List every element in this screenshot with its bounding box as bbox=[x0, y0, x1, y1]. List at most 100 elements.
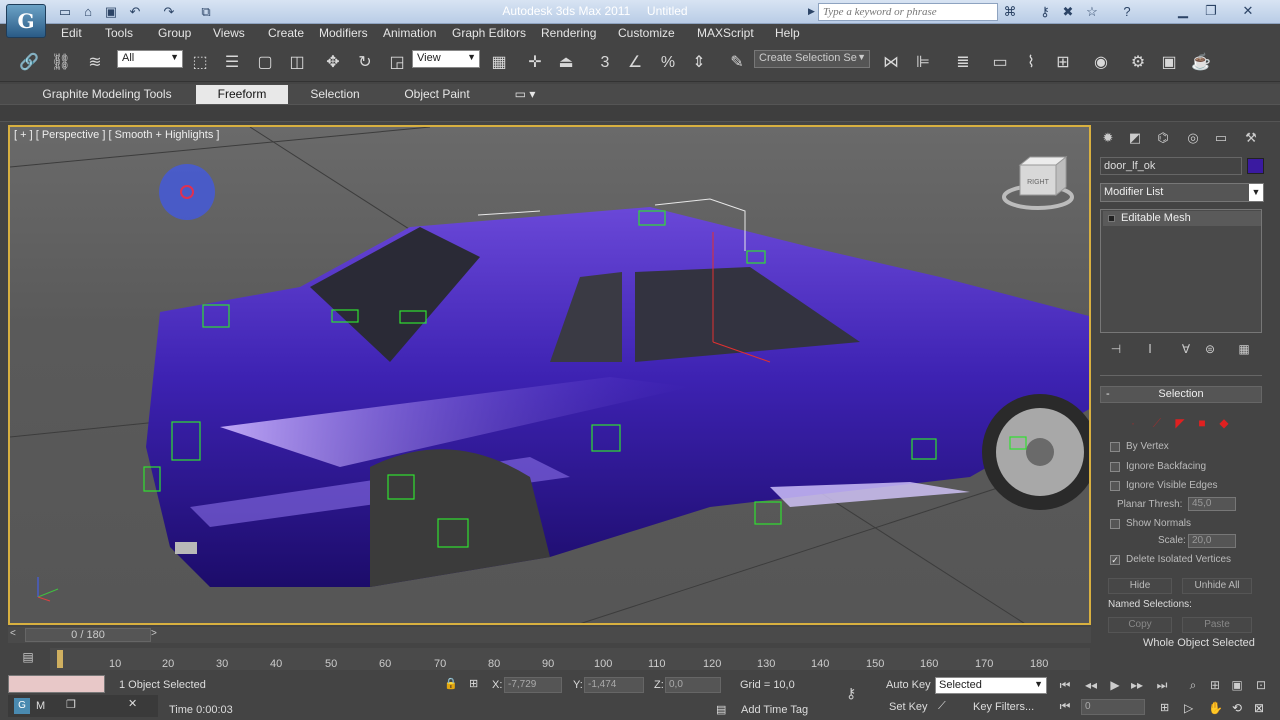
play-icon[interactable]: ▶ bbox=[1104, 676, 1126, 694]
object-color-swatch[interactable] bbox=[1247, 158, 1264, 174]
menu-animation[interactable]: Animation bbox=[383, 26, 436, 40]
rendered-frame-window-icon[interactable]: ▣ bbox=[1156, 50, 1182, 76]
key-icon[interactable]: ⚷ bbox=[1035, 3, 1055, 21]
menu-help[interactable]: Help bbox=[775, 26, 800, 40]
stack-item-editable-mesh[interactable]: Editable Mesh bbox=[1103, 211, 1261, 226]
hide-button[interactable]: Hide bbox=[1108, 578, 1172, 594]
menu-create[interactable]: Create bbox=[268, 26, 304, 40]
scale-spinner[interactable]: 20,0 bbox=[1188, 534, 1236, 548]
motion-panel-icon[interactable]: ◎ bbox=[1182, 130, 1204, 148]
y-coordinate-field[interactable]: -1,474 bbox=[584, 677, 644, 693]
goto-end-icon[interactable]: ⏭ bbox=[1151, 676, 1173, 694]
menu-group[interactable]: Group bbox=[158, 26, 191, 40]
curve-editor-icon[interactable]: ⌇ bbox=[1018, 50, 1044, 76]
set-key-icon[interactable]: ⚷ bbox=[846, 685, 856, 702]
new-file-icon[interactable]: ▭ bbox=[56, 3, 74, 20]
menu-maxscript[interactable]: MAXScript bbox=[697, 26, 754, 40]
select-by-name-icon[interactable]: ☰ bbox=[219, 50, 245, 76]
redo-icon[interactable]: ↷ bbox=[160, 3, 178, 20]
modifier-list-dropdown[interactable]: Modifier List ▼ bbox=[1100, 183, 1264, 202]
x-coordinate-field[interactable]: -7,729 bbox=[504, 677, 562, 693]
select-manipulate-icon[interactable]: ✛ bbox=[522, 50, 548, 76]
default-in-out-tangents-icon[interactable]: ⟋ bbox=[938, 700, 946, 713]
planar-thresh-spinner[interactable]: 45,0 bbox=[1188, 497, 1236, 511]
polygon-mode-icon[interactable]: ■ bbox=[1194, 416, 1210, 430]
paste-button[interactable]: Paste bbox=[1182, 617, 1252, 633]
make-unique-icon[interactable]: ∀ bbox=[1176, 342, 1196, 358]
bind-space-warp-icon[interactable]: ≋ bbox=[82, 50, 108, 76]
material-editor-icon[interactable]: ◉ bbox=[1088, 50, 1114, 76]
edge-mode-icon[interactable]: ⟋ bbox=[1149, 416, 1165, 430]
menu-graph-editors[interactable]: Graph Editors bbox=[452, 26, 526, 40]
zoom-extents-all-icon[interactable]: ⊡ bbox=[1250, 676, 1272, 694]
render-production-icon[interactable]: ☕ bbox=[1188, 50, 1214, 76]
zoom-icon[interactable]: ⌕ bbox=[1182, 676, 1204, 694]
next-frame-icon[interactable]: ▸▸ bbox=[1126, 676, 1148, 694]
viewport-scene[interactable]: RIGHT bbox=[10, 127, 1091, 625]
render-setup-icon[interactable]: ⚙ bbox=[1125, 50, 1151, 76]
mini-curve-editor-icon[interactable]: ▤ bbox=[18, 650, 38, 666]
set-key-button[interactable]: Set Key bbox=[889, 701, 928, 713]
time-slider-track[interactable] bbox=[8, 627, 1091, 643]
align-icon[interactable]: ⊫ bbox=[910, 50, 936, 76]
viewport-label[interactable]: [ + ] [ Perspective ] [ Smooth + Highlig… bbox=[14, 129, 219, 141]
element-mode-icon[interactable]: ◆ bbox=[1216, 416, 1232, 430]
previous-frame-icon[interactable]: ◂◂ bbox=[1080, 676, 1102, 694]
maximize-viewport-icon[interactable]: ⊠ bbox=[1254, 701, 1264, 715]
taskbar-restore-icon[interactable]: ❐ bbox=[66, 698, 76, 711]
tab-selection[interactable]: Selection bbox=[300, 85, 370, 104]
rect-selection-icon[interactable]: ▢ bbox=[252, 50, 278, 76]
schematic-view-icon[interactable]: ⊞ bbox=[1050, 50, 1076, 76]
show-normals-checkbox[interactable] bbox=[1110, 519, 1120, 529]
copy-button[interactable]: Copy bbox=[1108, 617, 1172, 633]
layer-manager-icon[interactable]: ≣ bbox=[950, 50, 976, 76]
select-move-icon[interactable]: ✥ bbox=[320, 50, 346, 76]
time-slider-next-icon[interactable]: > bbox=[151, 628, 157, 639]
taskbar-app-icon[interactable]: G bbox=[14, 698, 30, 714]
tab-object-paint[interactable]: Object Paint bbox=[392, 85, 482, 104]
edit-named-selection-icon[interactable]: ✎ bbox=[724, 50, 750, 76]
pivot-center-icon[interactable]: ▦ bbox=[486, 50, 512, 76]
communication-center-icon[interactable]: ✖ bbox=[1058, 3, 1078, 21]
delete-isolated-checkbox[interactable]: ✓ bbox=[1110, 555, 1120, 565]
close-icon[interactable]: ✕ bbox=[1235, 2, 1261, 20]
tab-graphite-modeling-tools[interactable]: Graphite Modeling Tools bbox=[34, 85, 180, 104]
menu-tools[interactable]: Tools bbox=[105, 26, 133, 40]
favorites-star-icon[interactable]: ☆ bbox=[1082, 3, 1102, 21]
graphite-toggle-icon[interactable]: ▭ bbox=[987, 50, 1013, 76]
utilities-panel-icon[interactable]: ⚒ bbox=[1240, 130, 1262, 148]
time-tag-icon[interactable]: ▤ bbox=[716, 703, 726, 716]
tab-freeform[interactable]: Freeform bbox=[196, 85, 288, 104]
angle-snap-icon[interactable]: ∠ bbox=[622, 50, 648, 76]
field-of-view-icon[interactable]: ▷ bbox=[1184, 701, 1193, 715]
goto-start-icon[interactable]: ⏮ bbox=[1054, 676, 1076, 694]
display-panel-icon[interactable]: ▭ bbox=[1210, 130, 1232, 148]
unhide-all-button[interactable]: Unhide All bbox=[1182, 578, 1252, 594]
current-frame-field[interactable]: 0 bbox=[1081, 699, 1145, 715]
restore-icon[interactable]: ❐ bbox=[1198, 2, 1224, 20]
time-configuration-icon[interactable]: ⊞ bbox=[1160, 701, 1169, 714]
maxscript-listener-mini[interactable] bbox=[8, 675, 105, 693]
car-model[interactable] bbox=[146, 207, 1091, 587]
perspective-viewport[interactable]: RIGHT bbox=[8, 125, 1091, 625]
menu-edit[interactable]: Edit bbox=[61, 26, 82, 40]
unlink-icon[interactable]: ⛓ bbox=[48, 50, 74, 76]
app-logo-icon[interactable]: G bbox=[6, 4, 46, 38]
face-mode-icon[interactable]: ◤ bbox=[1172, 416, 1188, 430]
zoom-all-icon[interactable]: ⊞ bbox=[1204, 676, 1226, 694]
window-crossing-icon[interactable]: ◫ bbox=[284, 50, 310, 76]
time-slider-prev-icon[interactable]: < bbox=[10, 628, 16, 639]
percent-snap-icon[interactable]: % bbox=[655, 50, 681, 76]
select-scale-icon[interactable]: ◲ bbox=[384, 50, 410, 76]
spinner-snap-icon[interactable]: ⇕ bbox=[686, 50, 712, 76]
menu-views[interactable]: Views bbox=[213, 26, 245, 40]
selection-lock-icon[interactable]: 🔒 bbox=[444, 677, 458, 690]
auto-key-button[interactable]: Auto Key bbox=[886, 679, 931, 691]
select-object-icon[interactable]: ⬚ bbox=[187, 50, 213, 76]
open-file-icon[interactable]: ⌂ bbox=[79, 3, 97, 20]
minimize-icon[interactable]: ▁ bbox=[1170, 2, 1196, 20]
menu-modifiers[interactable]: Modifiers bbox=[319, 26, 368, 40]
absolute-mode-icon[interactable]: ⊞ bbox=[469, 677, 478, 690]
menu-customize[interactable]: Customize bbox=[618, 26, 675, 40]
object-name-field[interactable]: door_lf_ok bbox=[1100, 157, 1242, 175]
